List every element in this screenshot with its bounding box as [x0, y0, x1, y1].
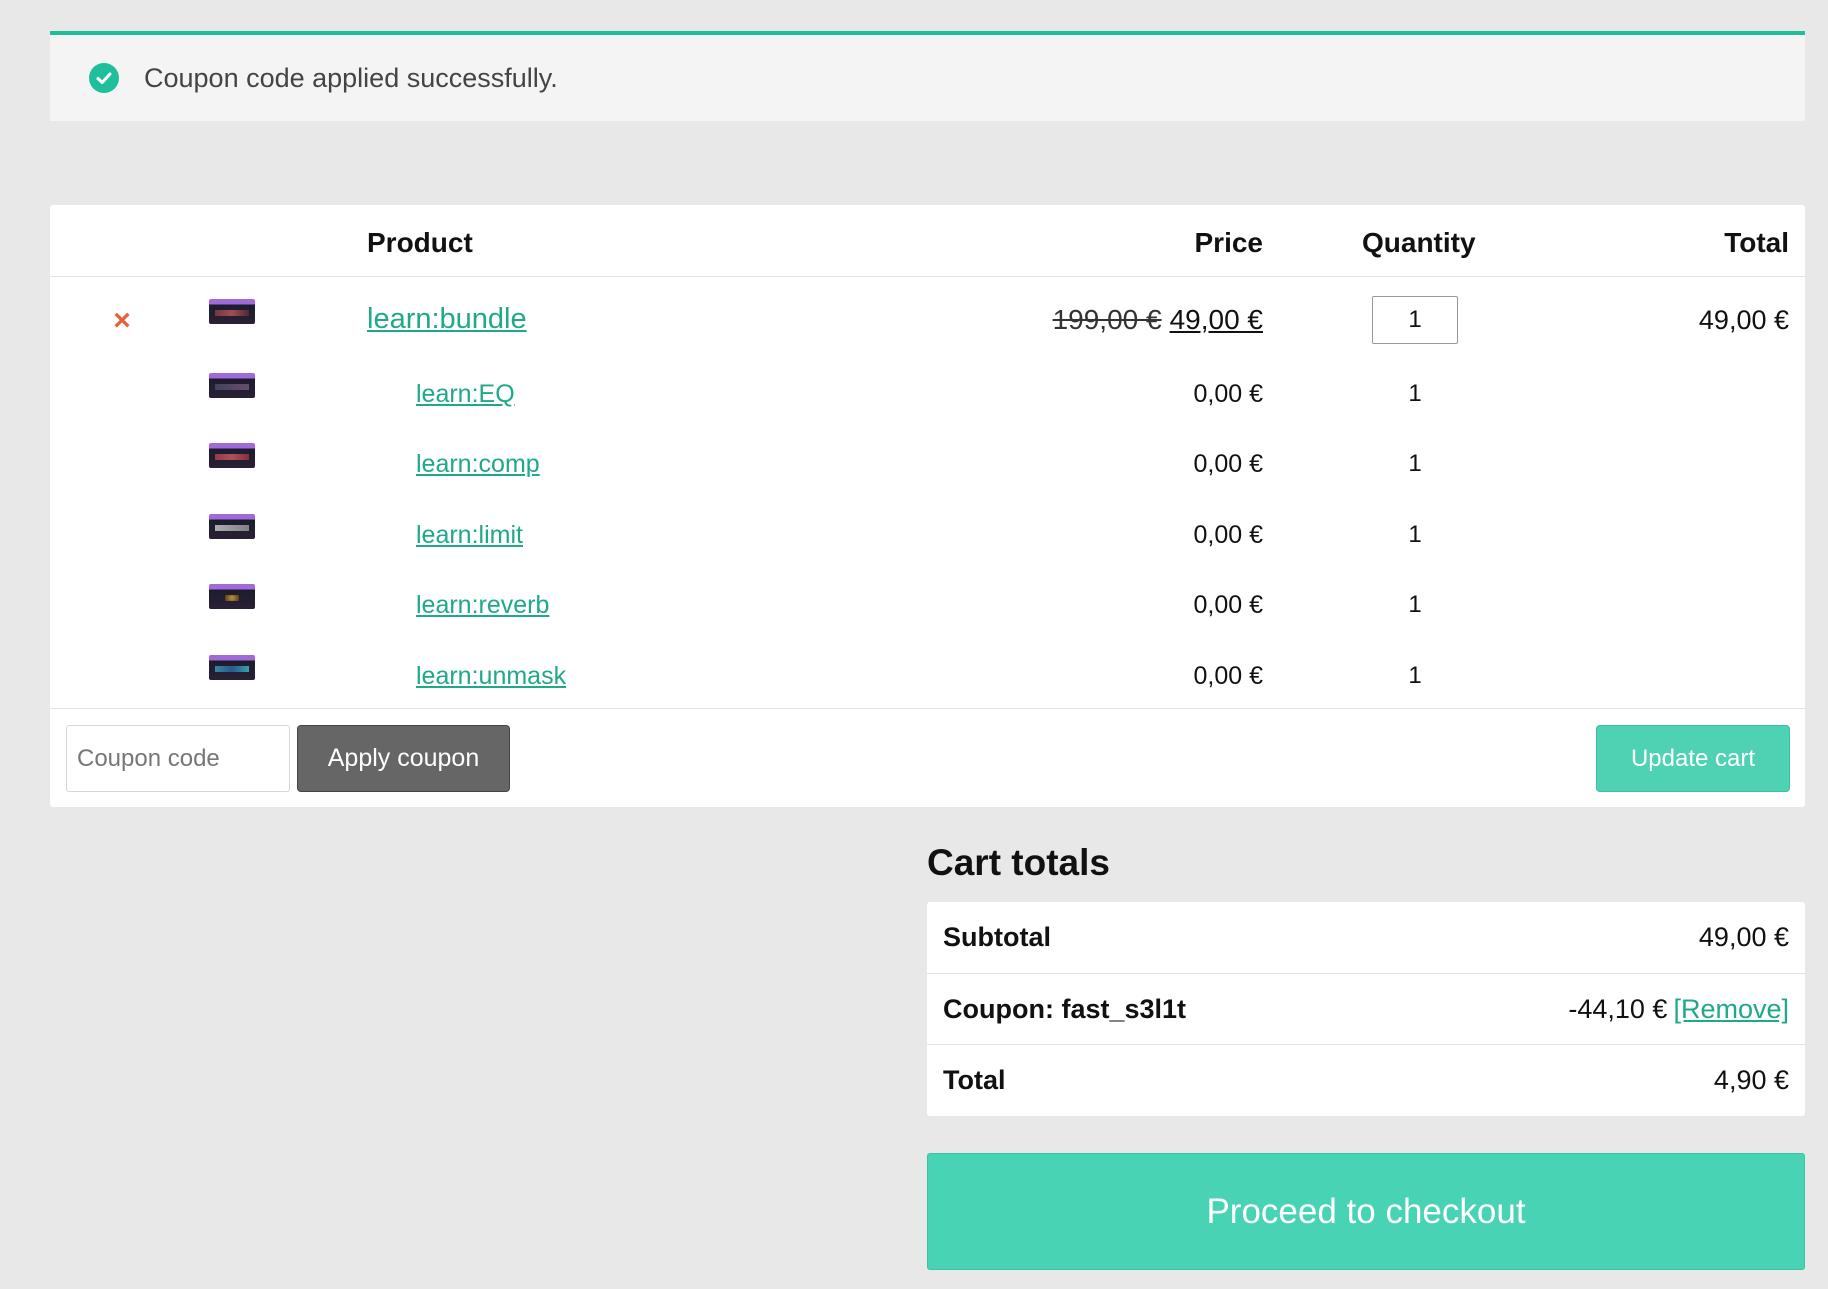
- coupon-row: Coupon: fast_s3l1t -44,10 € [Remove]: [927, 973, 1805, 1044]
- header-product: Product: [367, 227, 473, 258]
- item-quantity: 1: [1408, 380, 1422, 407]
- table-row: learn:reverb 0,00 € 1: [50, 577, 1805, 647]
- update-cart-button[interactable]: Update cart: [1596, 725, 1790, 792]
- product-link-bundle[interactable]: learn:bundle: [367, 303, 527, 336]
- bundle-price: 199,00 €49,00 €: [1053, 304, 1263, 336]
- success-notice: Coupon code applied successfully.: [50, 31, 1805, 121]
- header-quantity: Quantity: [1362, 227, 1476, 258]
- header-total: Total: [1724, 227, 1789, 258]
- row-total: 49,00 €: [1698, 305, 1789, 335]
- sale-price: 49,00 €: [1169, 304, 1263, 335]
- item-price: 0,00 €: [1193, 450, 1263, 478]
- product-link[interactable]: learn:unmask: [416, 662, 566, 691]
- item-price: 0,00 €: [1193, 662, 1263, 690]
- check-circle-icon: [89, 63, 119, 93]
- remove-item-icon[interactable]: ×: [110, 306, 134, 336]
- item-quantity: 1: [1408, 591, 1422, 618]
- product-thumbnail[interactable]: [209, 299, 255, 324]
- product-link[interactable]: learn:limit: [416, 521, 523, 550]
- product-thumbnail[interactable]: [209, 514, 255, 539]
- cart-totals-title: Cart totals: [927, 842, 1110, 883]
- quantity-input[interactable]: 1: [1372, 296, 1458, 344]
- coupon-label: Coupon: fast_s3l1t: [943, 994, 1187, 1024]
- product-thumbnail[interactable]: [209, 443, 255, 468]
- product-thumbnail[interactable]: [209, 373, 255, 398]
- table-row: learn:EQ 0,00 € 1: [50, 366, 1805, 436]
- total-row: Total 4,90 €: [927, 1044, 1805, 1115]
- product-thumbnail[interactable]: [209, 655, 255, 680]
- cart-totals: Subtotal 49,00 € Coupon: fast_s3l1t -44,…: [927, 902, 1805, 1116]
- old-price: 199,00 €: [1052, 304, 1162, 335]
- notice-message: Coupon code applied successfully.: [144, 62, 558, 93]
- table-row: learn:comp 0,00 € 1: [50, 436, 1805, 506]
- product-thumbnail[interactable]: [209, 584, 255, 609]
- product-link[interactable]: learn:EQ: [416, 380, 515, 409]
- product-link[interactable]: learn:reverb: [416, 591, 549, 620]
- cart-table: Product Price Quantity Total × learn:bun…: [50, 205, 1805, 807]
- item-quantity: 1: [1408, 521, 1422, 548]
- remove-coupon-link[interactable]: [Remove]: [1673, 994, 1789, 1024]
- total-label: Total: [943, 1065, 1006, 1095]
- item-quantity: 1: [1408, 450, 1422, 477]
- coupon-code-input[interactable]: [66, 725, 290, 792]
- header-price: Price: [1194, 227, 1264, 258]
- apply-coupon-button[interactable]: Apply coupon: [297, 725, 510, 792]
- proceed-to-checkout-button[interactable]: Proceed to checkout: [927, 1153, 1805, 1270]
- total-value: 4,90 €: [1713, 1065, 1789, 1095]
- item-price: 0,00 €: [1193, 380, 1263, 408]
- table-header: Product Price Quantity Total: [50, 205, 1805, 277]
- subtotal-label: Subtotal: [943, 922, 1051, 952]
- coupon-value: -44,10 €: [1568, 994, 1668, 1024]
- table-row: learn:limit 0,00 € 1: [50, 507, 1805, 577]
- table-row-bundle: × learn:bundle 199,00 €49,00 € 1 49,00 €: [50, 287, 1805, 357]
- subtotal-row: Subtotal 49,00 €: [927, 902, 1805, 973]
- subtotal-value: 49,00 €: [1698, 922, 1789, 952]
- coupon-discount: -44,10 € [Remove]: [1568, 994, 1789, 1025]
- cart-actions: Apply coupon Update cart: [50, 708, 1805, 807]
- product-link[interactable]: learn:comp: [416, 450, 540, 479]
- item-price: 0,00 €: [1193, 591, 1263, 619]
- item-price: 0,00 €: [1193, 521, 1263, 549]
- item-quantity: 1: [1408, 662, 1422, 689]
